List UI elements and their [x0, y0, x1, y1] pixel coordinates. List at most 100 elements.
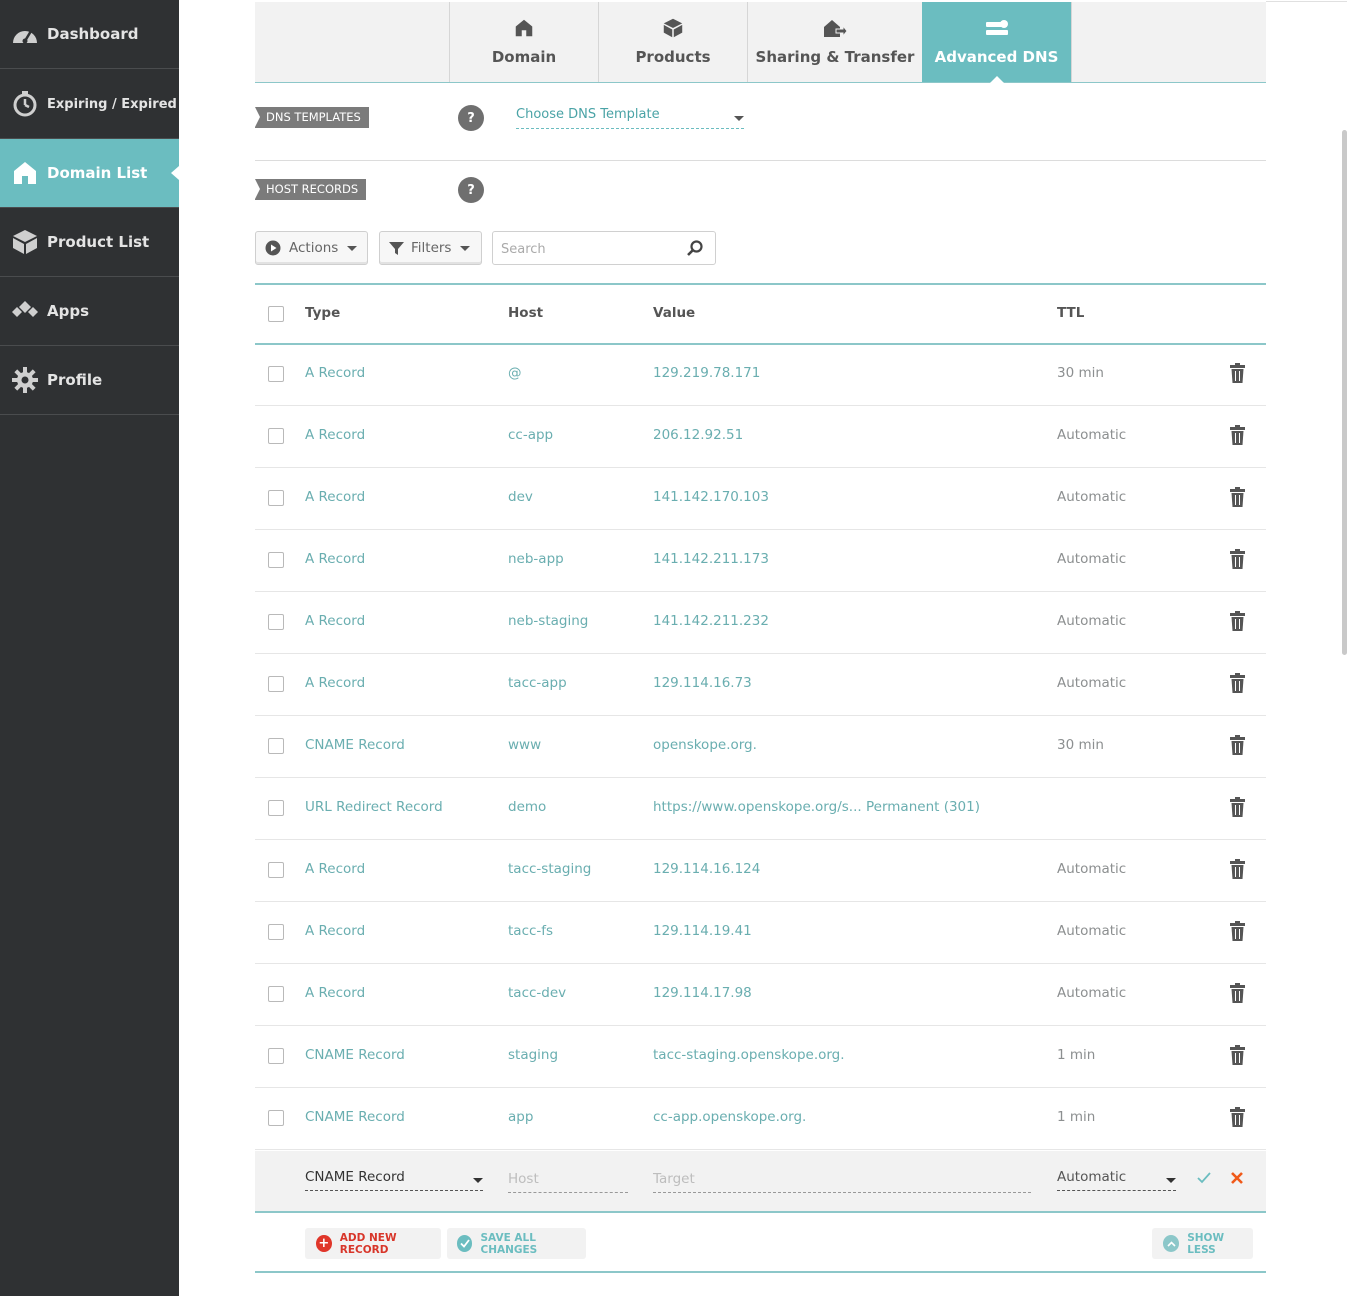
table-row[interactable]: CNAME Record www openskope.org. 30 min [255, 716, 1266, 778]
sidebar-item-label: Profile [47, 371, 103, 389]
dns-templates-help-button[interactable]: ? [458, 105, 484, 131]
search-input[interactable] [501, 239, 681, 259]
select-all-checkbox[interactable] [268, 306, 284, 322]
trash-icon[interactable] [1230, 363, 1245, 383]
trash-icon[interactable] [1230, 549, 1245, 569]
tab-domain[interactable]: Domain [449, 2, 598, 82]
confirm-check-icon[interactable] [1197, 1172, 1211, 1184]
sidebar-item-profile[interactable]: Profile [0, 346, 179, 415]
row-checkbox[interactable] [268, 428, 284, 444]
record-type: A Record [305, 675, 366, 691]
trash-icon[interactable] [1230, 1045, 1245, 1065]
sidebar-item-expiring[interactable]: Expiring / Expired [0, 70, 179, 139]
gear-icon [11, 366, 39, 394]
filters-label: Filters [411, 240, 452, 256]
trash-icon[interactable] [1230, 797, 1245, 817]
trash-icon[interactable] [1230, 735, 1245, 755]
record-host: www [508, 737, 542, 753]
record-ttl: Automatic [1057, 985, 1127, 1001]
plus-icon: + [316, 1235, 332, 1252]
trash-icon[interactable] [1230, 673, 1245, 693]
trash-icon[interactable] [1230, 921, 1245, 941]
record-type: A Record [305, 861, 366, 877]
table-row[interactable]: A Record dev 141.142.170.103 Automatic [255, 468, 1266, 530]
divider [1266, 1, 1347, 2]
record-ttl: Automatic [1057, 675, 1127, 691]
new-record-target-input[interactable]: Target [653, 1171, 1031, 1193]
row-checkbox[interactable] [268, 924, 284, 940]
table-row[interactable]: A Record tacc-dev 129.114.17.98 Automatic [255, 964, 1266, 1026]
record-ttl: 1 min [1057, 1109, 1096, 1125]
table-row[interactable]: A Record cc-app 206.12.92.51 Automatic [255, 406, 1266, 468]
row-checkbox[interactable] [268, 614, 284, 630]
row-checkbox[interactable] [268, 738, 284, 754]
table-row[interactable]: A Record neb-app 141.142.211.173 Automatic [255, 530, 1266, 592]
record-ttl: Automatic [1057, 427, 1127, 443]
trash-icon[interactable] [1230, 611, 1245, 631]
sidebar-item-product-list[interactable]: Product List [0, 208, 179, 277]
scrollbar[interactable] [1342, 130, 1347, 655]
column-header-type: Type [305, 305, 341, 321]
tab-products[interactable]: Products [598, 2, 747, 82]
record-value: cc-app.openskope.org. [653, 1109, 807, 1125]
row-checkbox[interactable] [268, 676, 284, 692]
new-record-host-input[interactable]: Host [508, 1171, 628, 1193]
host-records-help-button[interactable]: ? [458, 177, 484, 203]
row-checkbox[interactable] [268, 862, 284, 878]
record-value: 141.142.211.232 [653, 613, 769, 629]
column-header-value: Value [653, 305, 696, 321]
record-host: tacc-app [508, 675, 567, 691]
dns-template-select[interactable]: Choose DNS Template [516, 107, 744, 129]
new-record-type-select[interactable]: CNAME Record [305, 1169, 483, 1191]
record-host: demo [508, 799, 547, 815]
row-checkbox[interactable] [268, 800, 284, 816]
record-host: tacc-staging [508, 861, 592, 877]
row-checkbox[interactable] [268, 490, 284, 506]
tab-advanced-dns[interactable]: Advanced DNS [922, 2, 1071, 83]
save-all-changes-button[interactable]: SAVE ALL CHANGES [447, 1228, 586, 1259]
table-row[interactable]: A Record tacc-app 129.114.16.73 Automatic [255, 654, 1266, 716]
record-ttl: Automatic [1057, 489, 1127, 505]
actions-label: Actions [289, 240, 339, 256]
sidebar-item-dashboard[interactable]: Dashboard [0, 0, 179, 69]
record-type: CNAME Record [305, 1109, 405, 1125]
trash-icon[interactable] [1230, 983, 1245, 1003]
tab-label: Advanced DNS [934, 48, 1059, 66]
timer-icon [11, 90, 39, 118]
add-new-record-button[interactable]: + ADD NEW RECORD [305, 1228, 441, 1259]
table-row[interactable]: CNAME Record app cc-app.openskope.org. 1 mi… [255, 1088, 1266, 1150]
apps-icon [11, 297, 39, 325]
table-row[interactable]: A Record @129.219.78.171 30 min [255, 344, 1266, 406]
table-row[interactable]: URL Redirect Record demo https://www.opens… [255, 778, 1266, 840]
row-checkbox[interactable] [268, 1110, 284, 1126]
search-icon[interactable] [687, 240, 703, 256]
show-less-label: SHOW LESS [1187, 1231, 1225, 1256]
table-row[interactable]: CNAME Record staging tacc-staging.openskop… [255, 1026, 1266, 1088]
new-record-ttl-select[interactable]: Automatic [1057, 1169, 1176, 1191]
filters-button[interactable]: Filters [379, 231, 482, 265]
row-checkbox[interactable] [268, 552, 284, 568]
trash-icon[interactable] [1230, 487, 1245, 507]
record-type: A Record [305, 613, 366, 629]
sidebar-item-domain-list[interactable]: Domain List [0, 139, 179, 208]
dns-template-select-value: Choose DNS Template [516, 107, 660, 122]
home-icon [515, 16, 533, 40]
row-checkbox[interactable] [268, 366, 284, 382]
trash-icon[interactable] [1230, 425, 1245, 445]
row-checkbox[interactable] [268, 1048, 284, 1064]
tab-sharing-transfer[interactable]: Sharing & Transfer [747, 2, 922, 82]
tab-label: Sharing & Transfer [755, 48, 915, 66]
table-row[interactable]: A Record tacc-staging 129.114.16.124 Automa… [255, 840, 1266, 902]
record-host: app [508, 1109, 534, 1125]
host-records-label: HOST RECORDS [255, 179, 367, 200]
trash-icon[interactable] [1230, 1107, 1245, 1127]
cancel-x-icon[interactable] [1231, 1172, 1243, 1184]
table-row[interactable]: A Record neb-staging 141.142.211.232 Automa… [255, 592, 1266, 654]
row-checkbox[interactable] [268, 986, 284, 1002]
actions-button[interactable]: Actions [255, 231, 368, 265]
table-row[interactable]: A Record tacc-fs 129.114.19.41 Automatic [255, 902, 1266, 964]
box-icon [11, 228, 39, 256]
trash-icon[interactable] [1230, 859, 1245, 879]
sidebar-item-apps[interactable]: Apps [0, 277, 179, 346]
show-less-button[interactable]: SHOW LESS [1152, 1228, 1253, 1259]
